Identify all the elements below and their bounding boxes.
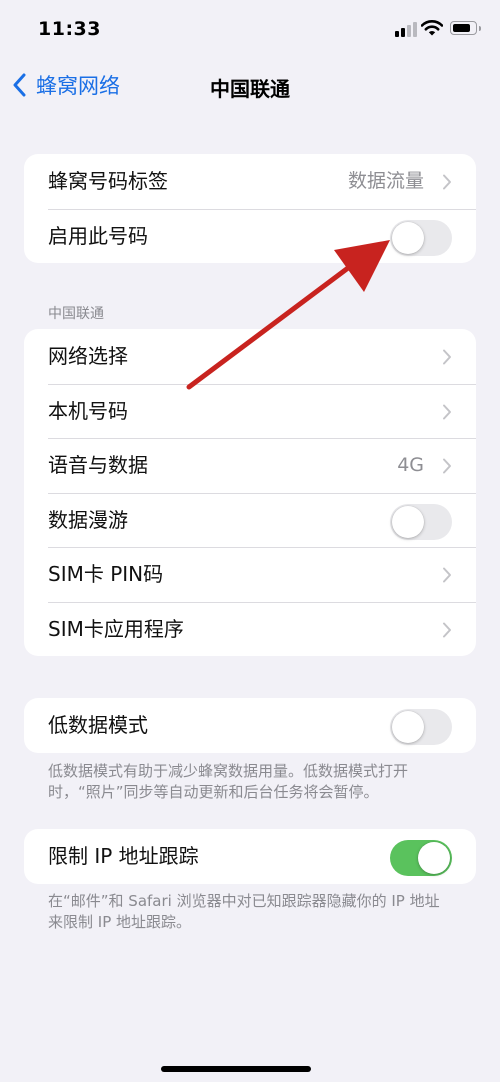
chevron-right-icon <box>443 567 451 583</box>
row-label: 低数据模式 <box>48 713 148 737</box>
enable-number-toggle[interactable] <box>390 219 452 256</box>
row-sim-applications[interactable]: SIM卡应用程序 <box>24 601 476 657</box>
ip-tracking-footnote: 在“邮件”和 Safari 浏览器中对已知跟踪器隐藏你的 IP 地址 来限制 I… <box>48 891 460 933</box>
footnote-line: 低数据模式有助于减少蜂窝数据用量。低数据模式打开 <box>48 762 409 780</box>
chevron-right-icon <box>443 174 451 190</box>
row-label: 网络选择 <box>48 344 128 368</box>
settings-group-ip-tracking: 限制 IP 地址跟踪 <box>24 829 476 884</box>
toggle-knob <box>392 711 424 743</box>
row-label: 数据漫游 <box>48 507 128 532</box>
row-data-roaming: 数据漫游 <box>24 492 476 548</box>
page-title: 中国联通 <box>210 77 290 101</box>
row-low-data-mode: 低数据模式 <box>24 698 476 753</box>
toggle-knob <box>418 842 450 874</box>
chevron-right-icon <box>443 404 451 419</box>
settings-group-number: 蜂窝号码标签 数据流量 启用此号码 <box>24 154 476 263</box>
row-label: 蜂窝号码标签 <box>48 169 168 193</box>
battery-icon <box>450 21 481 35</box>
cellular-signal-icon <box>395 21 417 37</box>
footnote-line: 来限制 IP 地址跟踪。 <box>48 913 192 931</box>
row-label: SIM卡 PIN码 <box>48 562 164 586</box>
chevron-right-icon <box>443 349 451 365</box>
row-my-number[interactable]: 本机号码 <box>24 383 476 439</box>
footnote-line: 时，“照片”同步等自动更新和后台任务将会暂停。 <box>48 783 379 801</box>
row-label: 语音与数据 <box>48 453 148 477</box>
row-value: 数据流量 <box>347 170 424 192</box>
row-cellular-label[interactable]: 蜂窝号码标签 数据流量 <box>24 154 476 209</box>
status-bar: 11:33 <box>0 0 500 60</box>
limit-ip-tracking-toggle[interactable] <box>390 840 452 876</box>
row-limit-ip-tracking: 限制 IP 地址跟踪 <box>24 829 476 884</box>
home-indicator <box>161 1066 311 1072</box>
row-network-selection[interactable]: 网络选择 <box>24 329 476 384</box>
navigation-bar: 蜂窝网络 中国联通 <box>0 60 500 110</box>
chevron-right-icon <box>443 622 451 637</box>
row-enable-number: 启用此号码 <box>24 208 476 264</box>
footnote-line: 在“邮件”和 Safari 浏览器中对已知跟踪器隐藏你的 IP 地址 <box>48 892 440 910</box>
toggle-knob <box>392 221 424 254</box>
row-label: 限制 IP 地址跟踪 <box>48 844 199 868</box>
low-data-mode-toggle[interactable] <box>390 709 452 745</box>
wifi-icon <box>421 20 443 36</box>
row-label: SIM卡应用程序 <box>48 616 184 641</box>
row-value: 4G <box>397 454 424 476</box>
toggle-knob <box>392 505 424 538</box>
section-header-carrier: 中国联通 <box>48 306 104 322</box>
row-sim-pin[interactable]: SIM卡 PIN码 <box>24 547 476 602</box>
row-voice-data[interactable]: 语音与数据 4G <box>24 438 476 493</box>
low-data-footnote: 低数据模式有助于减少蜂窝数据用量。低数据模式打开 时，“照片”同步等自动更新和后… <box>48 761 460 803</box>
data-roaming-toggle[interactable] <box>390 503 452 540</box>
row-label: 本机号码 <box>48 398 128 423</box>
status-time: 11:33 <box>38 18 101 40</box>
row-label: 启用此号码 <box>48 223 148 248</box>
settings-group-low-data: 低数据模式 <box>24 698 476 753</box>
chevron-right-icon <box>443 458 451 474</box>
settings-group-carrier: 网络选择 本机号码 语音与数据 4G 数据漫游 SIM卡 PIN码 SIM卡应用… <box>24 329 476 656</box>
